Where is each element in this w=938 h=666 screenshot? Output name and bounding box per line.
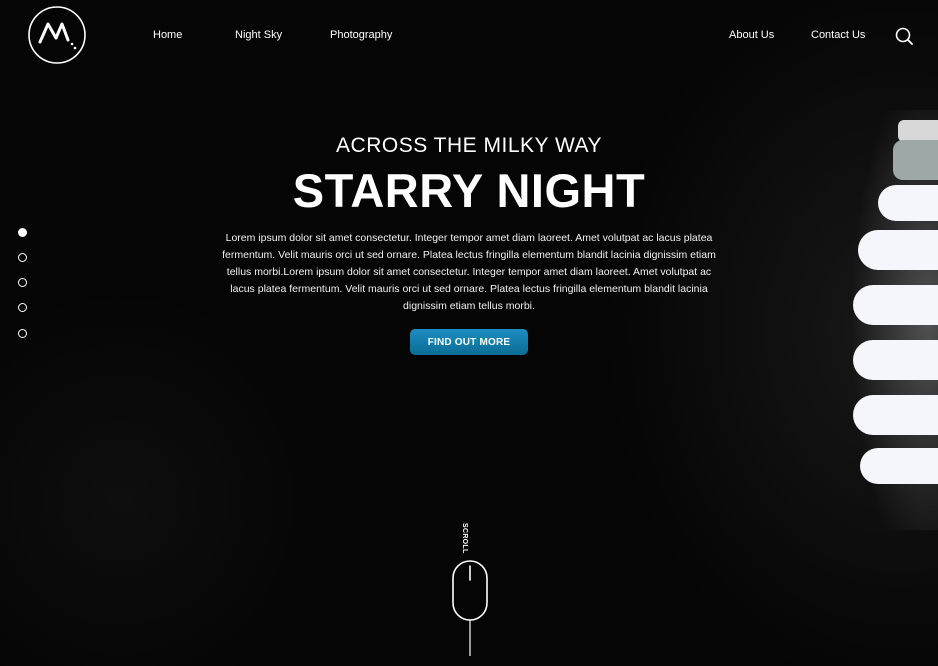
search-icon[interactable] [895,27,913,45]
pagination-dot-4[interactable] [18,303,27,312]
mountain-logo-icon[interactable] [28,6,86,64]
pagination-dot-3[interactable] [18,278,27,287]
hero-title: STARRY NIGHT [292,164,646,217]
hero-subtitle: ACROSS THE MILKY WAY [336,134,602,157]
nav-night-sky[interactable]: Night Sky [235,29,282,41]
nav-about-us[interactable]: About Us [729,29,774,41]
pagination-dot-2[interactable] [18,253,27,262]
nav-photography[interactable]: Photography [330,29,392,41]
pagination-dot-1[interactable] [18,228,27,237]
nav-home[interactable]: Home [153,29,182,41]
pagination-dot-5[interactable] [18,329,27,338]
hero-description: Lorem ipsum dolor sit amet consectetur. … [222,232,716,312]
find-out-more-button[interactable]: FIND OUT MORE [410,329,528,355]
nav-contact-us[interactable]: Contact Us [811,29,865,41]
page: Home Night Sky Photography About Us Cont… [0,0,938,666]
scroll-label: SCROLL [461,523,468,554]
mouse-scroll-icon[interactable] [452,560,488,660]
